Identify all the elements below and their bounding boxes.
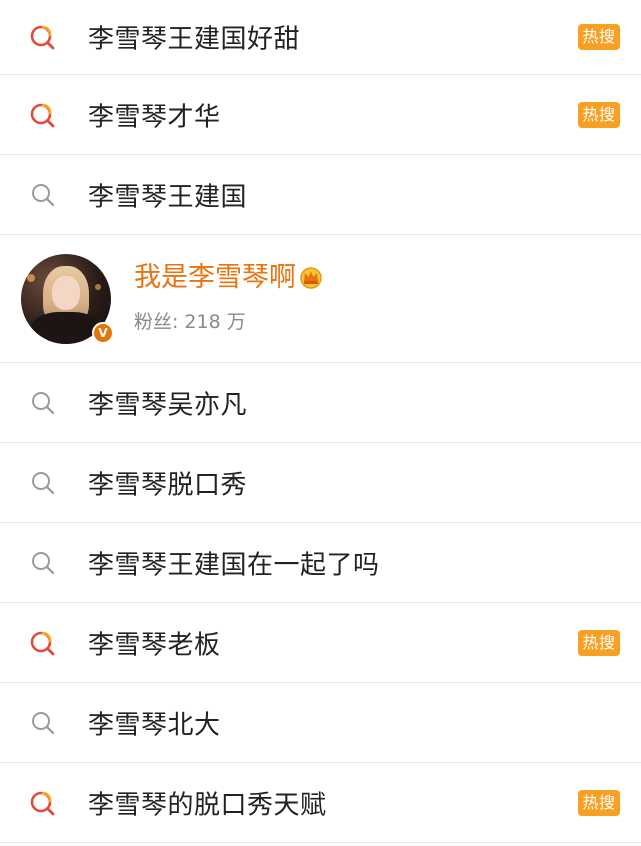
suggestion-label: 李雪琴的脱口秀天赋 [88,790,327,820]
suggestion-label: 李雪琴北大 [88,710,221,740]
search-icon [32,183,55,206]
suggestion-label: 李雪琴才华 [88,102,221,132]
fans-count: 粉丝: 218 万 [134,307,246,334]
suggestion-row[interactable]: 李雪琴老板 热搜 [0,603,641,683]
hot-badge: 热搜 [578,629,620,656]
hot-badge: 热搜 [578,789,620,816]
user-name-text: 我是李雪琴啊 [134,262,296,293]
verified-badge: V [92,322,114,344]
suggestion-row[interactable]: 李雪琴王建国好甜 热搜 [0,0,641,75]
hot-badge: 热搜 [578,24,620,50]
hot-search-icon [30,631,55,655]
suggestion-row[interactable]: 李雪琴的脱口秀天赋 热搜 [0,763,641,843]
search-icon [32,471,55,494]
suggestion-row[interactable]: 李雪琴才华 热搜 [0,75,641,155]
suggestion-row[interactable]: 李雪琴北大 [0,683,641,763]
user-name[interactable]: 我是李雪琴啊 [134,255,324,294]
suggestion-row[interactable]: 李雪琴王建国在一起了吗 [0,523,641,603]
suggestion-label: 李雪琴老板 [88,630,221,660]
search-icon [32,551,55,574]
search-icon [32,391,55,414]
suggestion-row[interactable]: 李雪琴王建国 [0,155,641,235]
suggestion-row[interactable]: 李雪琴吴亦凡 [0,363,641,443]
hot-search-icon [30,25,55,50]
hot-search-icon [30,103,55,127]
suggestion-label: 李雪琴脱口秀 [88,470,248,500]
suggestion-label: 李雪琴王建国 [88,182,248,212]
suggestion-row[interactable]: 李雪琴脱口秀 [0,443,641,523]
suggestion-label: 李雪琴王建国在一起了吗 [88,550,380,580]
suggestion-label: 李雪琴王建国好甜 [88,24,301,55]
fans-value: 218 万 [184,311,246,333]
suggestion-label: 李雪琴吴亦凡 [88,390,248,420]
search-icon [32,711,55,734]
crown-icon [300,267,322,289]
user-result-row[interactable]: V 我是李雪琴啊 粉丝: 218 万 [0,235,641,363]
fans-label: 粉丝: [134,311,179,333]
search-suggestion-list: 李雪琴王建国好甜 热搜 李雪琴才华 热搜 李雪琴王建国 V 我是李雪琴啊 粉丝:… [0,0,641,843]
hot-search-icon [30,791,55,815]
hot-badge: 热搜 [578,101,620,128]
